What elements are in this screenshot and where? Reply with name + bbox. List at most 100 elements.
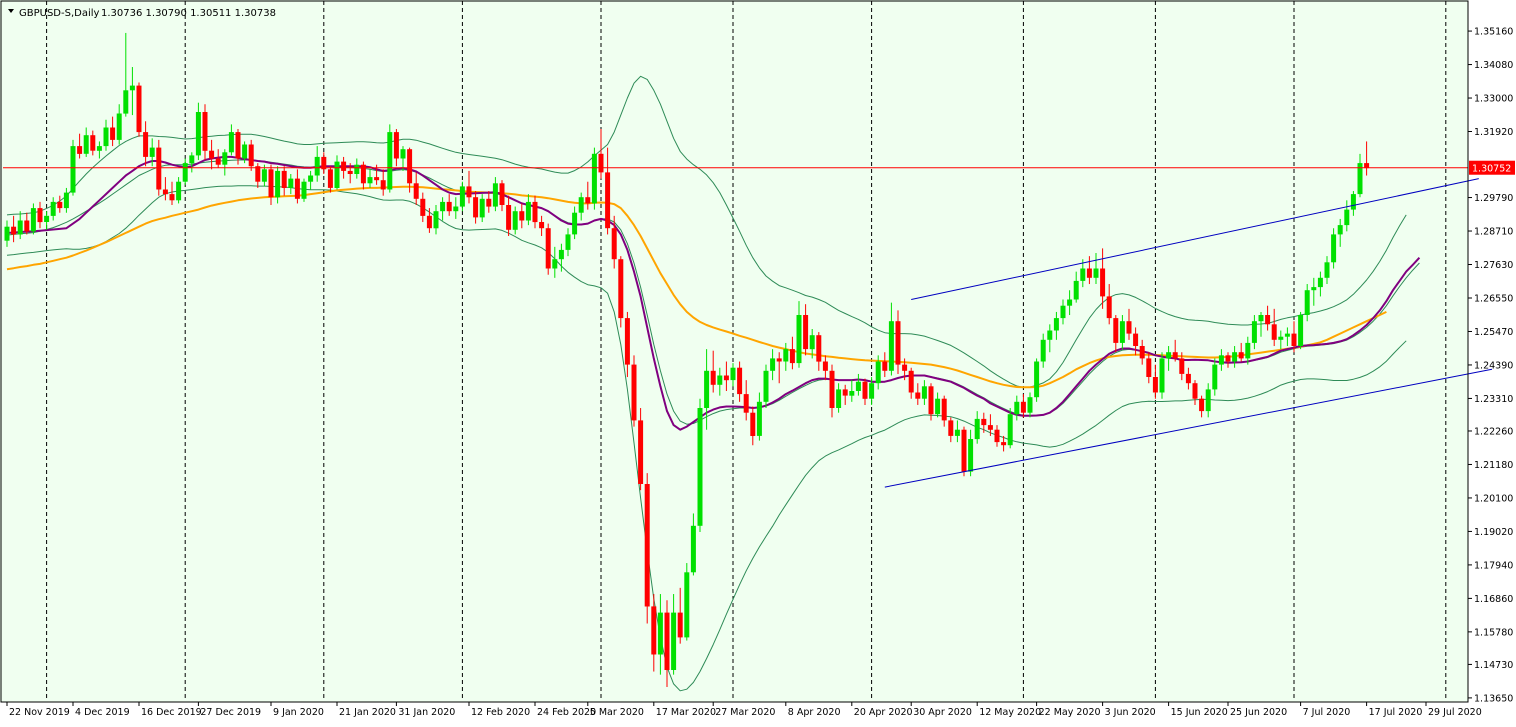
candle-body (1185, 373, 1191, 384)
candle-body (763, 370, 769, 402)
candle-body (704, 370, 710, 408)
candle-body (334, 161, 340, 188)
candle-body (235, 132, 241, 159)
candle-body (354, 164, 360, 174)
candle-body (512, 211, 518, 230)
candle-body (440, 201, 446, 212)
candle-body (1053, 318, 1059, 331)
candle-body (730, 367, 736, 381)
price-tick-label: 1.27630 (1474, 260, 1513, 271)
candle-body (116, 113, 122, 140)
candle-body (1258, 315, 1264, 322)
candle-body (558, 249, 564, 260)
candle-body (156, 147, 162, 190)
candle-body (1298, 315, 1304, 346)
candle-body (248, 144, 254, 167)
date-tick-label: 17 Mar 2020 (656, 707, 716, 718)
candle-body (367, 177, 373, 184)
candle-body (1304, 290, 1310, 315)
candle-body (770, 358, 776, 371)
candle-body (129, 85, 135, 91)
candle-body (268, 169, 274, 198)
candle-body (671, 612, 677, 670)
candle-body (70, 146, 76, 193)
candle-body (921, 386, 927, 399)
candle-body (1133, 333, 1139, 346)
candle-body (1014, 401, 1020, 415)
candle-body (24, 220, 30, 232)
candle-body (895, 321, 901, 365)
candle-body (1172, 352, 1178, 359)
candle-body (327, 169, 333, 188)
candle-body (182, 163, 188, 182)
candle-body (789, 349, 795, 364)
candle-body (37, 208, 43, 223)
candle-body (750, 412, 756, 436)
candle-body (869, 383, 875, 399)
candle-body (710, 370, 716, 385)
candle-body (1311, 287, 1317, 291)
date-tick-label: 27 Mar 2020 (715, 707, 775, 718)
candle-body (618, 259, 624, 319)
price-tick-label: 1.14730 (1474, 660, 1513, 671)
candle-body (1179, 358, 1185, 374)
candlestick-chart[interactable]: 1.30752 1.35160 1.34080 1.33000 1.31920 1.29… (0, 0, 1516, 723)
candle-body (57, 201, 63, 209)
candle-body (44, 215, 50, 222)
candle-body (915, 392, 921, 399)
candle-body (783, 349, 789, 362)
candle-body (941, 398, 947, 421)
candle-body (1100, 268, 1106, 297)
candle-body (1106, 296, 1112, 319)
candle-body (314, 156, 320, 176)
candle-body (644, 484, 650, 607)
candle-body (836, 389, 842, 408)
candle-body (829, 370, 835, 408)
candle-body (1205, 389, 1211, 412)
candle-body (961, 429, 967, 472)
date-tick-label: 3 Jun 2020 (1105, 707, 1156, 718)
candle-body (1238, 352, 1244, 359)
chart-header: GBPUSD-S,Daily 1.30736 1.30790 1.30511 1… (8, 8, 276, 19)
candle-body (1073, 280, 1079, 300)
date-tick-label: 17 Jul 2020 (1369, 707, 1423, 718)
current-price-label: 1.30752 (1472, 164, 1511, 175)
candle-body (1152, 377, 1158, 393)
date-tick-label: 30 Apr 2020 (913, 707, 972, 718)
candle-body (347, 170, 353, 174)
candle-body (195, 112, 201, 156)
candle-body (63, 192, 69, 209)
candle-body (446, 201, 452, 212)
candle-body (954, 429, 960, 436)
price-tick-label: 1.13650 (1474, 693, 1513, 704)
candle-body (288, 178, 294, 188)
price-tick-label: 1.31920 (1474, 127, 1513, 138)
price-axis-labels: 1.35160 1.34080 1.33000 1.31920 1.29790 1.287… (1468, 27, 1513, 704)
candle-body (1337, 225, 1343, 235)
candle-body (1139, 346, 1145, 359)
candle-body (30, 208, 36, 232)
candle-body (176, 181, 182, 201)
candle-body (215, 158, 221, 165)
candle-body (981, 418, 987, 426)
candle-body (552, 259, 558, 269)
candle-body (407, 149, 413, 184)
candle-body (585, 197, 591, 204)
candle-body (1086, 268, 1092, 278)
candle-body (1119, 321, 1125, 343)
date-tick-label: 8 Apr 2020 (788, 707, 841, 718)
candle-body (426, 215, 432, 229)
candle-body (1265, 315, 1271, 325)
candle-body (11, 226, 17, 235)
candle-body (1034, 361, 1040, 398)
chart-window[interactable]: 1.30752 1.35160 1.34080 1.33000 1.31920 1.29… (0, 0, 1516, 723)
candle-body (1271, 324, 1277, 340)
candle-body (189, 155, 195, 164)
candle-body (565, 234, 571, 250)
date-tick-label: 12 May 2020 (979, 707, 1041, 718)
date-tick-label: 7 Jul 2020 (1303, 707, 1351, 718)
candle-body (519, 211, 525, 221)
candle-body (855, 381, 861, 391)
candle-body (1192, 383, 1198, 399)
candle-body (433, 211, 439, 229)
